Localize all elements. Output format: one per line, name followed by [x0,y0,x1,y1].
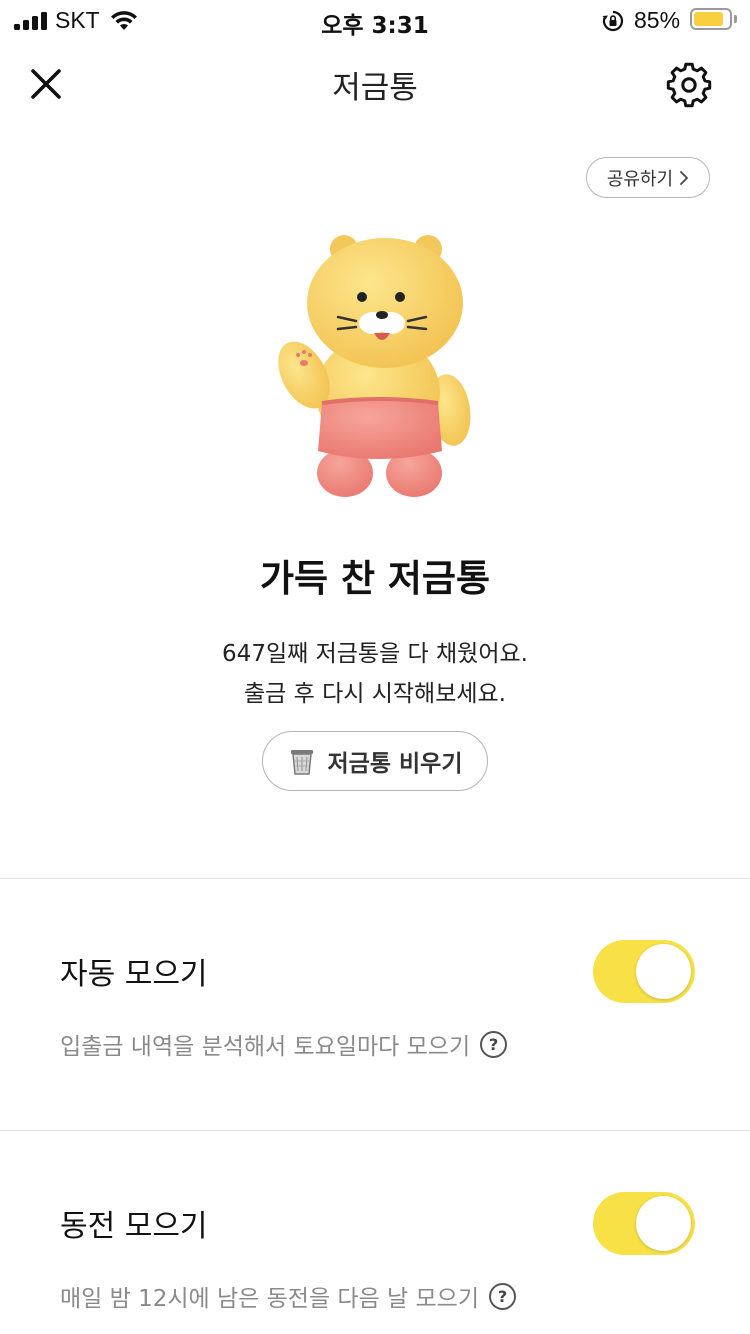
battery-percent: 85% [634,7,681,33]
status-bar: SKT 오후 3:31 85% [0,0,750,40]
coin-save-title: 동전 모으기 [60,1209,208,1244]
coin-save-description: 매일 밤 12시에 남은 동전을 다음 날 모으기 [60,1286,480,1312]
gear-icon [666,62,712,108]
piggy-bank-status-title: 가득 찬 저금통 [259,557,490,600]
section-divider [0,1130,750,1131]
battery-cap [734,15,737,23]
status-message-line-1: 647일째 저금통을 다 채웠어요. [222,641,528,667]
chevron-right-icon [680,170,689,185]
help-icon[interactable]: ? [480,1030,508,1058]
page-title: 저금통 [332,70,418,106]
share-button-label: 공유하기 [606,168,674,190]
empty-piggy-bank-label: 저금통 비우기 [327,751,463,777]
battery-level-fill [694,12,723,26]
battery-icon [690,8,732,30]
settings-button[interactable] [666,62,712,108]
coin-save-description-row: 매일 밤 12시에 남은 동전을 다음 날 모으기 ? [60,1279,517,1313]
orientation-lock-icon [602,10,624,32]
cat-character-illustration [278,235,471,497]
share-button[interactable]: 공유하기 [586,157,710,198]
trash-bin-icon [290,750,313,775]
help-icon[interactable]: ? [489,1282,517,1310]
coin-save-toggle[interactable] [593,1192,695,1255]
status-message-line-2: 출금 후 다시 시작해보세요. [243,681,506,707]
auto-save-description-row: 입출금 내역을 분석해서 토요일마다 모으기 ? [60,1027,508,1061]
auto-save-description: 입출금 내역을 분석해서 토요일마다 모으기 [60,1034,471,1060]
section-divider [0,878,750,879]
toggle-knob [636,1196,691,1251]
auto-save-title: 자동 모으기 [60,957,208,992]
toggle-knob [636,944,691,999]
empty-piggy-bank-button[interactable]: 저금통 비우기 [262,731,488,791]
auto-save-toggle[interactable] [593,940,695,1003]
